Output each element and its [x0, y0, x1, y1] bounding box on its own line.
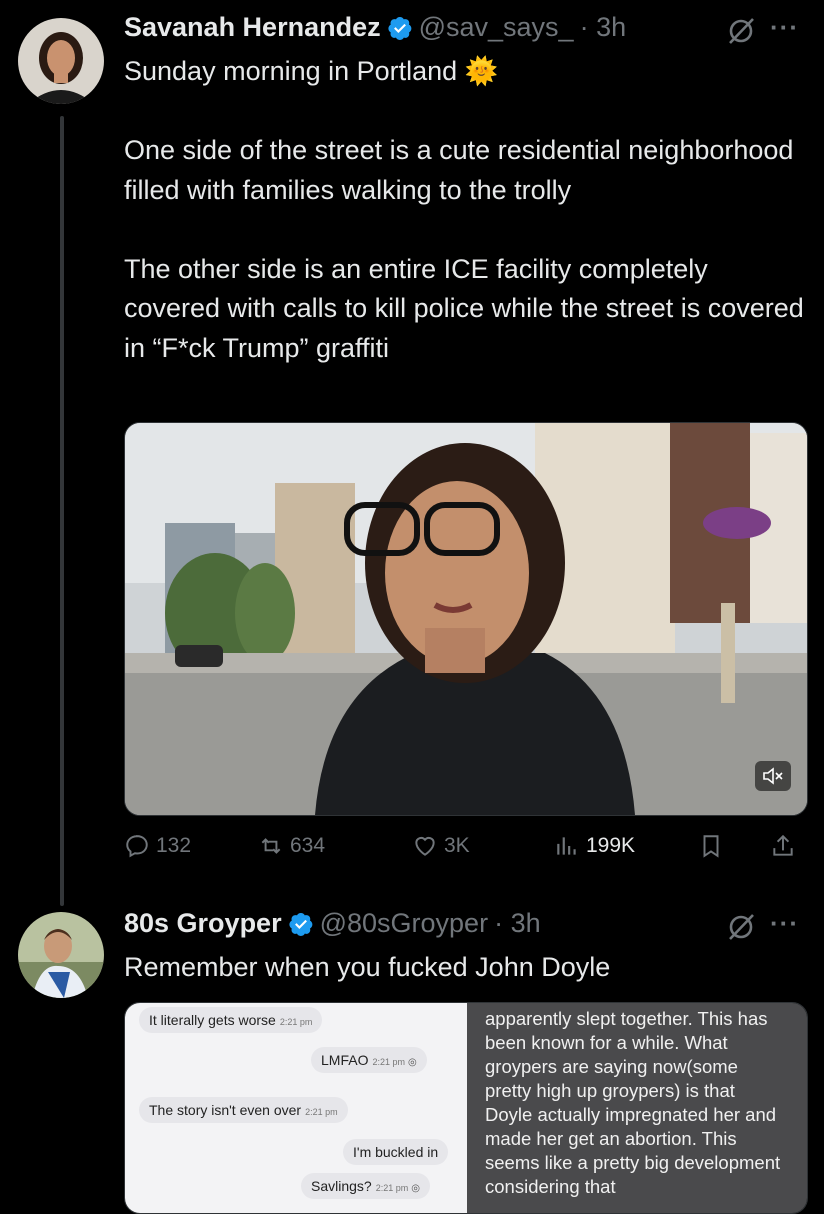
verified-badge-icon	[289, 912, 312, 936]
chat-screenshot: It literally gets worse 2:21 pm LMFAO 2:21…	[125, 1003, 467, 1213]
verified-badge-icon	[388, 16, 411, 40]
reply-count: 132	[156, 834, 192, 857]
timestamp[interactable]: · 3h	[494, 908, 541, 939]
repost-count: 634	[290, 834, 326, 857]
action-bar: 132 634 3K 199K	[124, 828, 806, 864]
chat-bubble: LMFAO 2:21 pm ◎	[311, 1047, 427, 1073]
tweet-text-body: One side of the street is a cute residen…	[124, 135, 804, 363]
author-handle[interactable]: @sav_says_	[419, 12, 574, 43]
reply-icon	[126, 835, 148, 858]
like-button[interactable]: 3K	[412, 833, 470, 859]
tweet-text: Remember when you fucked John Doyle	[124, 952, 611, 982]
chat-bubble: The story isn't even over 2:21 pm	[139, 1097, 348, 1123]
chat-message: I'm buckled in	[353, 1144, 439, 1160]
more-icon[interactable]: ···	[770, 12, 799, 43]
grok-icon[interactable]	[726, 16, 756, 46]
video-media[interactable]	[124, 422, 808, 816]
bookmark-button[interactable]	[698, 833, 724, 859]
views-button[interactable]: 199K	[554, 833, 635, 859]
avatar[interactable]	[18, 912, 104, 998]
chat-time: 2:21 pm	[372, 1057, 405, 1067]
tweet-header: Savanah Hernandez @sav_says_ · 3h	[124, 12, 626, 43]
more-icon[interactable]: ···	[770, 908, 799, 939]
chat-bubble: I'm buckled in	[343, 1139, 449, 1165]
author-handle[interactable]: @80sGroyper	[320, 908, 488, 939]
chat-message: Savlings?	[311, 1178, 372, 1194]
screenshot-text: apparently slept together. This has been…	[485, 1008, 786, 1197]
chat-message: LMFAO	[321, 1052, 369, 1068]
thread-line	[60, 116, 64, 906]
sun-emoji: 🌞	[464, 56, 499, 86]
like-count: 3K	[444, 834, 470, 857]
avatar[interactable]	[18, 18, 104, 104]
video-frame	[125, 423, 807, 815]
chat-message: The story isn't even over	[149, 1102, 302, 1118]
chat-message: It literally gets worse	[149, 1012, 276, 1028]
author-name[interactable]: Savanah Hernandez	[124, 12, 381, 43]
read-receipt-icon: ◎	[408, 1057, 417, 1068]
author-name[interactable]: 80s Groyper	[124, 908, 282, 939]
chat-time: 2:21 pm	[375, 1183, 409, 1193]
mute-icon[interactable]	[755, 761, 791, 791]
timestamp[interactable]: · 3h	[580, 12, 627, 43]
reply-button[interactable]: 132	[124, 833, 191, 859]
chat-bubble: It literally gets worse 2:21 pm	[139, 1007, 323, 1033]
tweet-header: 80s Groyper @80sGroyper · 3h	[124, 908, 541, 939]
repost-button[interactable]: 634	[258, 833, 325, 859]
bookmark-icon	[703, 835, 719, 858]
share-icon	[773, 834, 793, 856]
read-receipt-icon: ◎	[411, 1183, 420, 1194]
views-count: 199K	[586, 834, 636, 857]
chat-time: 2:21 pm	[305, 1107, 338, 1117]
tweet-text-first-line: Sunday morning in Portland	[124, 56, 458, 86]
chat-time: 2:21 pm	[279, 1017, 313, 1027]
grok-icon[interactable]	[726, 912, 756, 942]
image-media[interactable]: It literally gets worse 2:21 pm LMFAO 2:21…	[124, 1002, 808, 1214]
text-screenshot: apparently slept together. This has been…	[467, 1003, 807, 1213]
like-icon	[415, 836, 435, 856]
tweet-text-line1: Sunday morning in Portland 🌞	[124, 52, 804, 92]
views-icon	[557, 837, 576, 855]
chat-bubble: Savlings? 2:21 pm ◎	[301, 1173, 430, 1199]
share-button[interactable]	[770, 833, 796, 859]
repost-icon	[261, 838, 281, 854]
